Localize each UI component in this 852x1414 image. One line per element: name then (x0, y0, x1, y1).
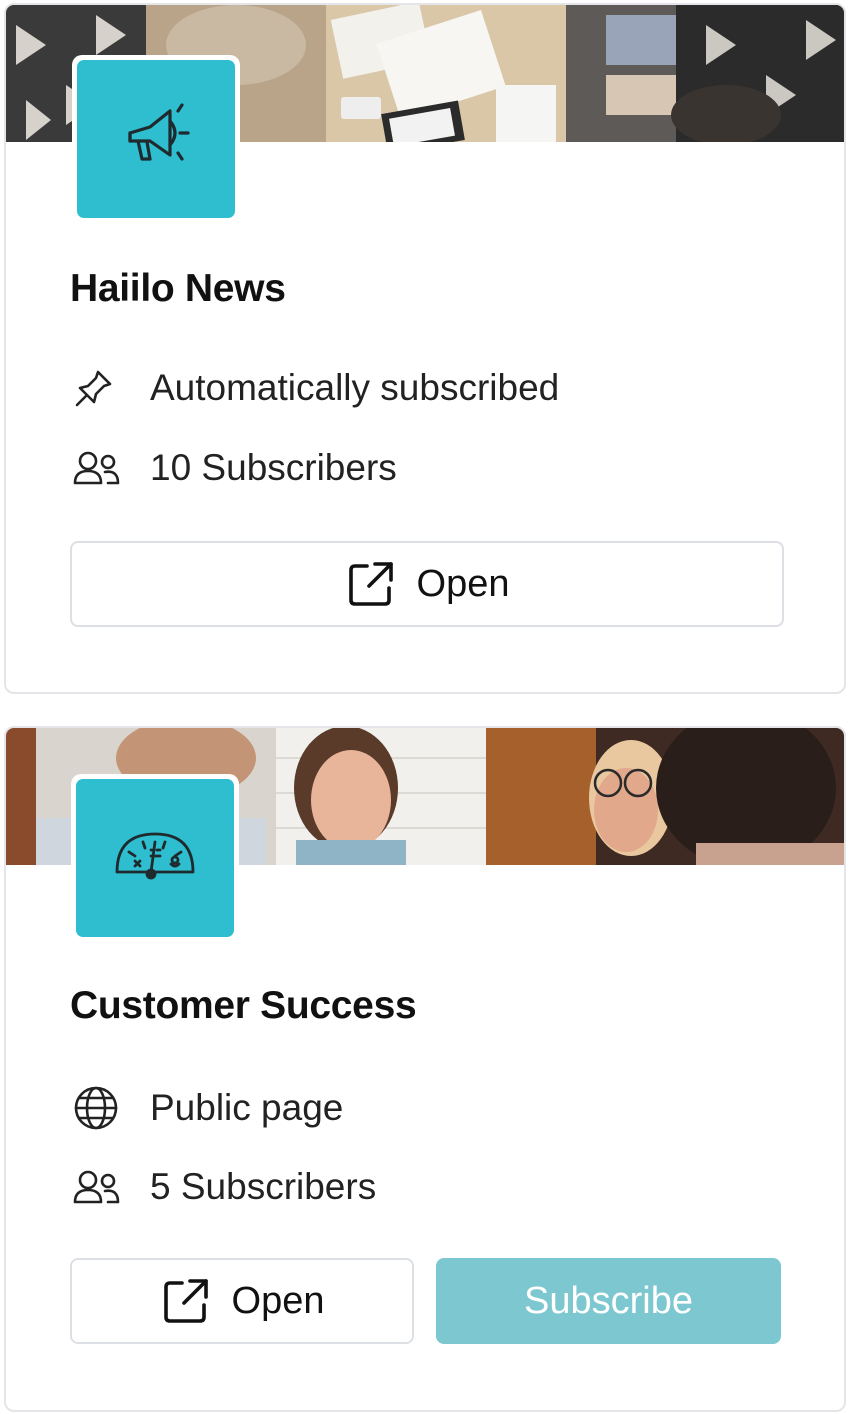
page-card-customer-success[interactable]: Customer Success Public page 5 Subscribe… (4, 726, 846, 1412)
pin-icon (72, 363, 124, 413)
external-link-icon (345, 557, 399, 611)
megaphone-icon (116, 97, 196, 182)
external-link-icon (160, 1274, 214, 1328)
gauge-icon (113, 814, 197, 903)
visibility-row: Public page (72, 1083, 343, 1133)
users-icon (72, 1162, 124, 1212)
subscribe-button[interactable]: Subscribe (436, 1258, 781, 1344)
page-card-haiilo-news[interactable]: Haiilo News Automatically subscribed 10 … (4, 3, 846, 694)
auto-subscribed-row: Automatically subscribed (72, 363, 559, 413)
open-button-label: Open (416, 562, 510, 605)
page-title: Customer Success (70, 984, 417, 1027)
subscriber-count: 10 Subscribers (150, 447, 397, 488)
subscribers-row: 10 Subscribers (72, 443, 397, 493)
open-button-label: Open (231, 1279, 325, 1322)
users-icon (72, 443, 124, 493)
open-button[interactable]: Open (70, 541, 784, 627)
page-logo (71, 774, 239, 942)
subscription-status: Automatically subscribed (150, 367, 560, 408)
subscribers-row: 5 Subscribers (72, 1162, 376, 1212)
open-button[interactable]: Open (70, 1258, 414, 1344)
globe-icon (72, 1083, 124, 1133)
subscriber-count: 5 Subscribers (150, 1166, 377, 1207)
page-logo (72, 55, 240, 223)
page-title: Haiilo News (70, 267, 286, 310)
visibility-label: Public page (150, 1087, 344, 1128)
subscribe-button-label: Subscribe (524, 1279, 693, 1322)
